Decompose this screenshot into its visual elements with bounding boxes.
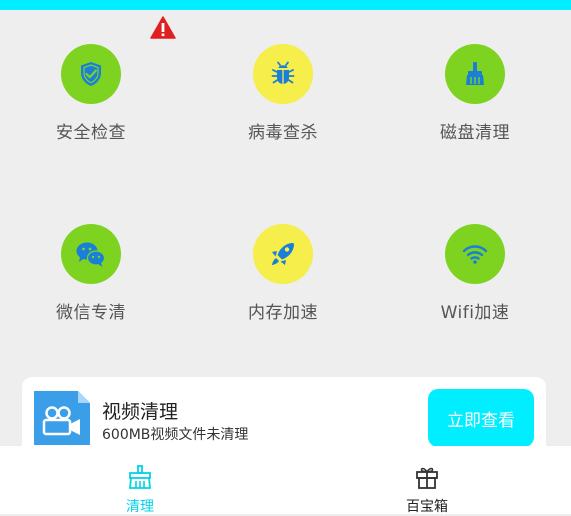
- security-check-icon-circle: [61, 44, 121, 104]
- grid-item-disk-cleanup[interactable]: 磁盘清理: [380, 44, 570, 143]
- nav-item-clean[interactable]: 清理: [70, 446, 210, 515]
- top-accent-bar: [0, 0, 571, 10]
- warning-icon: [150, 16, 176, 39]
- wechat-clean-label: 微信专清: [56, 303, 126, 323]
- wechat-icon: [76, 242, 106, 267]
- grid-item-security-check[interactable]: 安全检查: [0, 44, 186, 143]
- nav-label-toolbox: 百宝箱: [406, 499, 448, 515]
- wifi-boost-icon-circle: [445, 224, 505, 284]
- gift-icon: [416, 467, 438, 489]
- rocket-icon: [272, 243, 294, 265]
- nav-label-clean: 清理: [126, 499, 154, 515]
- virus-scan-label: 病毒查杀: [248, 123, 318, 143]
- video-camera-icon: [34, 391, 90, 445]
- grid-item-wifi-boost[interactable]: Wifi加速: [380, 224, 570, 323]
- grid-item-memory-boost[interactable]: 内存加速: [188, 224, 378, 323]
- grid-item-virus-scan[interactable]: 病毒查杀: [188, 44, 378, 143]
- bottom-nav: 清理 百宝箱: [0, 446, 571, 515]
- memory-boost-label: 内存加速: [248, 303, 318, 323]
- broom-icon: [466, 62, 484, 85]
- wifi-icon: [462, 245, 488, 264]
- memory-boost-icon-circle: [253, 224, 313, 284]
- disk-cleanup-icon-circle: [445, 44, 505, 104]
- security-check-label: 安全检查: [56, 123, 126, 143]
- grid-item-wechat-clean[interactable]: 微信专清: [0, 224, 186, 323]
- card-subtitle: 600MB视频文件未清理: [102, 427, 249, 443]
- disk-cleanup-label: 磁盘清理: [440, 123, 510, 143]
- video-clean-card[interactable]: 视频清理 600MB视频文件未清理 立即查看: [22, 377, 546, 457]
- wifi-boost-label: Wifi加速: [440, 303, 510, 323]
- view-now-button[interactable]: 立即查看: [428, 389, 534, 447]
- clean-icon: [129, 465, 151, 489]
- wechat-clean-icon-circle: [61, 224, 121, 284]
- virus-scan-icon-circle: [253, 44, 313, 104]
- card-title: 视频清理: [102, 401, 179, 423]
- bug-icon: [271, 61, 295, 84]
- shield-icon: [81, 62, 101, 86]
- nav-item-toolbox[interactable]: 百宝箱: [357, 446, 497, 515]
